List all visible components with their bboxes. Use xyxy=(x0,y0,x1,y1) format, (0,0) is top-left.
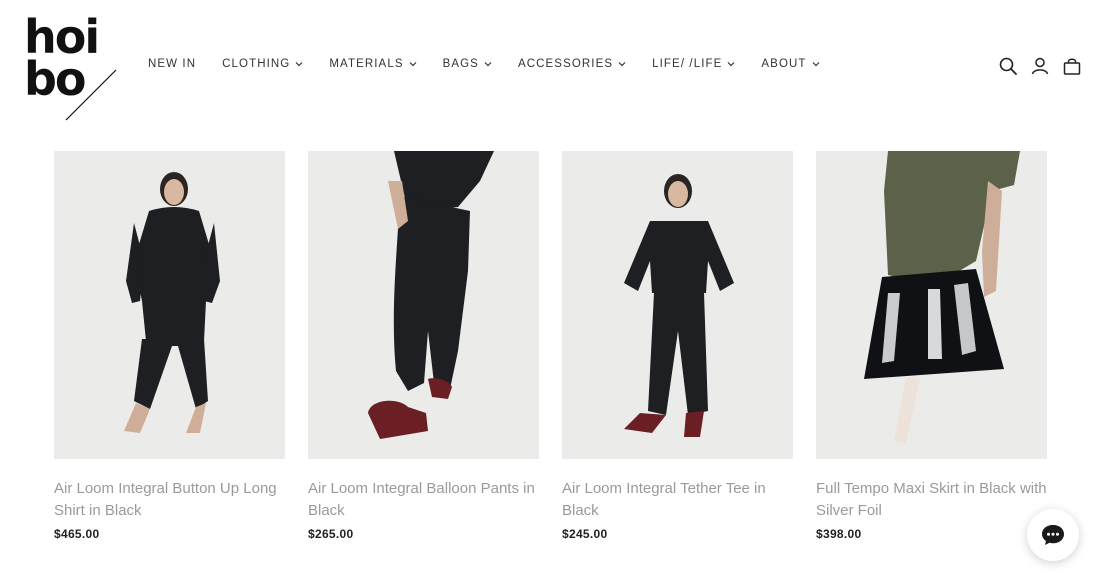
model-figure-skirt xyxy=(864,151,1020,443)
model-figure-tee xyxy=(624,174,734,437)
chevron-down-icon xyxy=(295,62,303,67)
product-price: $265.00 xyxy=(308,527,354,541)
nav-item-accessories[interactable]: ACCESSORIES xyxy=(518,58,626,70)
product-price: $398.00 xyxy=(816,527,862,541)
product-image[interactable] xyxy=(54,151,285,459)
product-title[interactable]: Full Tempo Maxi Skirt in Black with Silv… xyxy=(816,478,1047,522)
site-logo[interactable]: hoi bo xyxy=(24,14,120,121)
account-icon[interactable] xyxy=(1030,56,1050,76)
nav-item-bags[interactable]: BAGS xyxy=(443,58,492,70)
product-card[interactable]: Air Loom Integral Tether Tee in Black $2… xyxy=(562,151,793,541)
nav-label: LIFE/ /LIFE xyxy=(652,58,723,70)
nav-item-new-in[interactable]: NEW IN xyxy=(148,58,196,70)
nav-label: ABOUT xyxy=(761,58,807,70)
product-card[interactable]: Air Loom Integral Balloon Pants in Black… xyxy=(308,151,539,541)
product-image[interactable] xyxy=(816,151,1047,459)
chat-bubble-icon xyxy=(1042,525,1064,545)
logo-slash-mark xyxy=(65,69,117,121)
nav-label: BAGS xyxy=(442,58,479,70)
product-price: $245.00 xyxy=(562,527,608,541)
chevron-down-icon xyxy=(812,62,819,67)
chevron-down-icon xyxy=(618,62,626,67)
product-title[interactable]: Air Loom Integral Tether Tee in Black xyxy=(562,478,793,522)
chevron-down-icon xyxy=(484,62,492,67)
chevron-down-icon xyxy=(727,62,735,67)
cart-bag-icon[interactable] xyxy=(1062,56,1082,76)
main-navigation: NEW IN CLOTHING MATERIALS BAGS ACCESSORI… xyxy=(148,58,820,70)
chat-button[interactable] xyxy=(1027,509,1079,561)
header-icons xyxy=(986,56,1082,76)
nav-label: CLOTHING xyxy=(222,58,291,70)
product-image[interactable] xyxy=(562,151,793,459)
model-figure-shirt xyxy=(124,172,220,433)
nav-item-about[interactable]: ABOUT xyxy=(761,58,819,70)
nav-item-life[interactable]: LIFE/ /LIFE xyxy=(652,58,735,70)
product-price: $465.00 xyxy=(54,527,100,541)
product-grid: Air Loom Integral Button Up Long Shirt i… xyxy=(54,151,1048,561)
model-figure-pants xyxy=(368,151,494,439)
product-card[interactable]: Air Loom Integral Button Up Long Shirt i… xyxy=(54,151,285,541)
nav-label: MATERIALS xyxy=(329,58,404,70)
chevron-down-icon xyxy=(409,62,417,67)
nav-item-materials[interactable]: MATERIALS xyxy=(329,58,417,70)
search-icon[interactable] xyxy=(998,56,1018,76)
product-card[interactable]: Full Tempo Maxi Skirt in Black with Silv… xyxy=(816,151,1047,541)
site-header: hoi bo NEW IN CLOTHING MATERIALS BAGS AC… xyxy=(0,0,1100,130)
nav-item-clothing[interactable]: CLOTHING xyxy=(222,58,303,70)
product-title[interactable]: Air Loom Integral Button Up Long Shirt i… xyxy=(54,478,285,522)
product-image[interactable] xyxy=(308,151,539,459)
nav-label: NEW IN xyxy=(148,58,197,70)
nav-label: ACCESSORIES xyxy=(517,58,614,70)
product-title[interactable]: Air Loom Integral Balloon Pants in Black xyxy=(308,478,539,522)
